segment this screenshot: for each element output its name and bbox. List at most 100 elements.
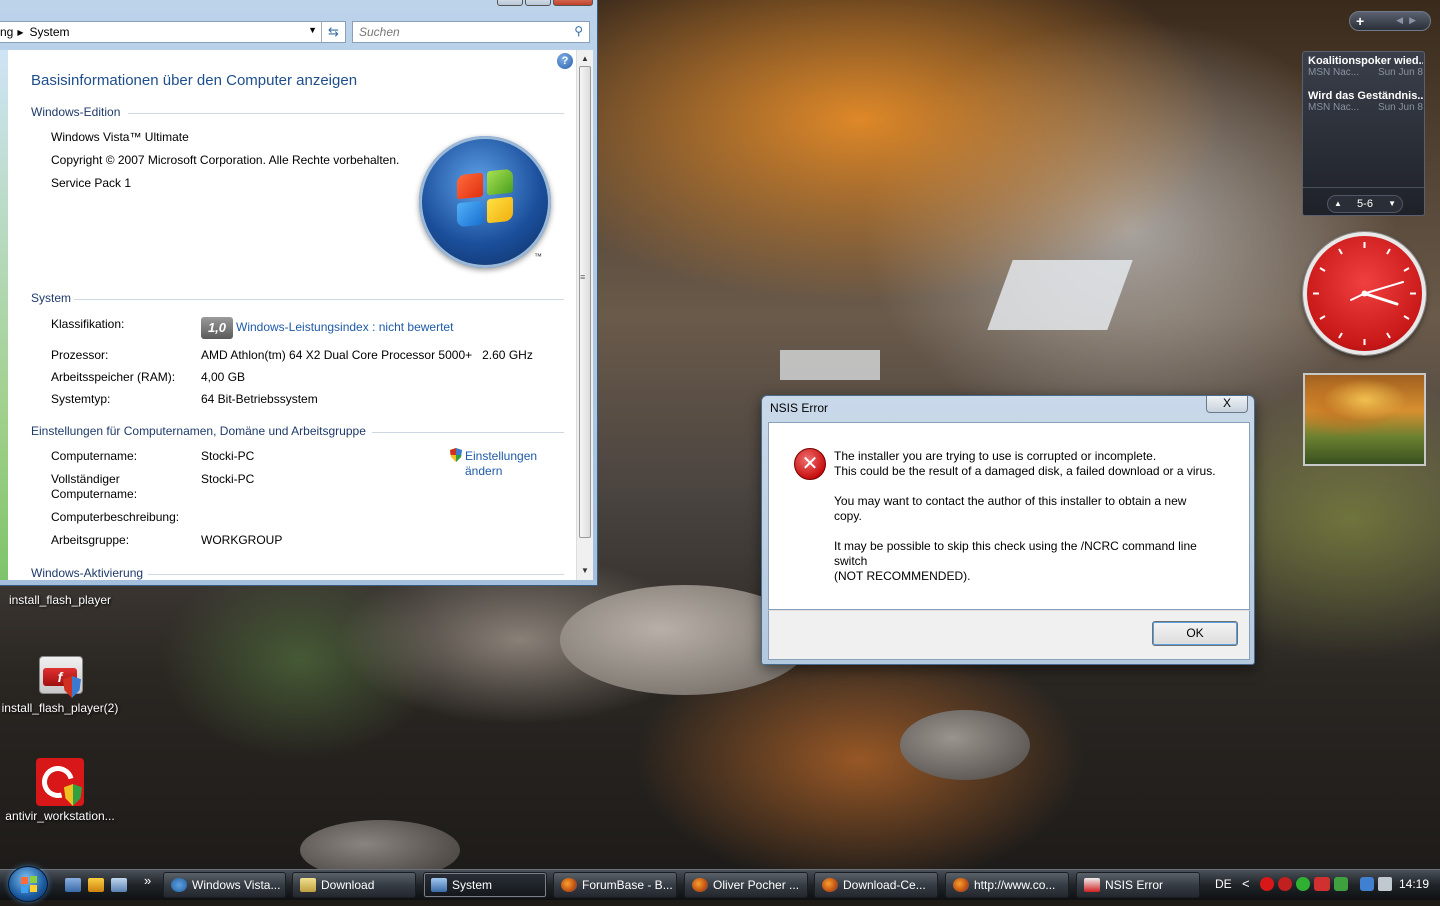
taskbar-button[interactable]: Oliver Pocher ... <box>684 872 808 898</box>
scroll-down-icon[interactable]: ▼ <box>577 564 593 578</box>
error-icon: ✕ <box>794 448 826 480</box>
section-header-activation: Windows-Aktivierung <box>31 566 144 580</box>
antivir-icon[interactable] <box>36 758 84 806</box>
change-settings-link[interactable] <box>450 448 462 465</box>
quicklaunch-overflow-icon[interactable]: » <box>144 873 151 888</box>
system-type-value: 64 Bit-Betriebssystem <box>201 392 318 406</box>
dialog-body: ✕ The installer you are trying to use is… <box>768 422 1250 610</box>
scroll-up-icon[interactable]: ▲ <box>577 52 593 66</box>
desktop-icon-flash2-label[interactable]: install_flash_player(2) <box>0 701 120 715</box>
full-name-value: Stocki-PC <box>201 472 255 486</box>
processor-label: Prozessor: <box>51 348 109 362</box>
search-placeholder: Suchen <box>359 25 400 39</box>
taskbar-button[interactable]: ForumBase - B... <box>553 872 677 898</box>
error-tray-icon[interactable] <box>1278 877 1292 891</box>
slideshow-gadget[interactable] <box>1303 373 1426 466</box>
news-date: Sun Jun 8 <box>1377 102 1423 113</box>
taskbar-button-label: Oliver Pocher ... <box>713 878 800 892</box>
sidebar-nav-arrows-icon[interactable]: ◀▶ <box>1396 15 1422 26</box>
navigation-pane-edge <box>0 50 8 580</box>
gear-tray-icon[interactable] <box>1296 877 1310 891</box>
system-type-label: Systemtyp: <box>51 392 111 406</box>
scrollbar-thumb[interactable] <box>579 66 591 538</box>
firefox-icon <box>822 878 838 892</box>
ati-tray-icon[interactable] <box>1314 877 1330 891</box>
news-meta: MSN Nac... Sun Jun 8 <box>1308 67 1423 78</box>
ie-icon <box>171 878 187 892</box>
computer-name-value: Stocki-PC <box>201 449 255 463</box>
news-date: Sun Jun 8 <box>1377 67 1423 78</box>
network-tray-icon[interactable] <box>1360 877 1374 891</box>
taskbar-button[interactable]: http://www.co... <box>945 872 1069 898</box>
windows-logo-icon <box>419 136 551 268</box>
news-prev-icon[interactable]: ▲ <box>1334 196 1342 212</box>
news-gadget: Koalitionspoker wied... MSN Nac... Sun J… <box>1302 51 1425 216</box>
taskbar-button[interactable]: Download <box>292 872 416 898</box>
switch-windows-icon[interactable] <box>111 878 127 892</box>
message-line: You may want to contact the author of th… <box>834 494 1187 508</box>
dialog-close-button[interactable]: X <box>1206 396 1248 413</box>
antivir-tray-icon[interactable] <box>1260 877 1274 891</box>
breadcrumb-prev[interactable]: ng <box>0 25 13 39</box>
address-bar[interactable]: ng ▶ System ▼ ⇆ <box>0 21 346 43</box>
system-tray: DE < 14:19 <box>1206 869 1440 900</box>
news-headline[interactable]: Koalitionspoker wied... <box>1308 55 1423 67</box>
close-button[interactable] <box>553 0 593 6</box>
search-input[interactable]: Suchen ⚲ <box>352 21 590 43</box>
system-content: Basisinformationen über den Computer anz… <box>8 50 576 580</box>
add-gadget-icon[interactable]: + <box>1356 12 1364 31</box>
taskbar-button[interactable]: NSIS Error <box>1076 872 1200 898</box>
news-headline[interactable]: Wird das Geständnis... <box>1308 90 1423 102</box>
system-window: ng ▶ System ▼ ⇆ Suchen ⚲ Basisinformatio… <box>0 0 598 586</box>
vertical-scrollbar[interactable]: ▲ ≡ ▼ <box>576 50 593 580</box>
ok-button[interactable]: OK <box>1152 621 1238 646</box>
desktop-icon-antivir-label[interactable]: antivir_workstation... <box>0 809 120 823</box>
volume-icon[interactable] <box>1378 877 1392 891</box>
performance-index-link[interactable]: Windows-Leistungsindex : nicht bewertet <box>236 320 453 334</box>
minimize-button[interactable] <box>497 0 523 6</box>
maximize-button[interactable] <box>525 0 551 6</box>
processor-value: AMD Athlon(tm) 64 X2 Dual Core Processor… <box>201 348 533 362</box>
language-indicator[interactable]: DE <box>1215 877 1232 891</box>
breadcrumb-separator-icon[interactable]: ▶ <box>17 28 23 37</box>
installer-icon <box>1084 878 1100 892</box>
taskbar-button-active[interactable]: System <box>423 872 547 898</box>
start-button[interactable] <box>8 866 48 902</box>
help-icon[interactable]: ? <box>557 53 573 69</box>
firefox-icon <box>692 878 708 892</box>
show-desktop-icon[interactable] <box>65 878 81 892</box>
wallpaper-snow <box>780 350 880 380</box>
desktop-icon-flash-label[interactable]: install_flash_player <box>4 593 116 607</box>
message-line: copy. <box>834 509 862 523</box>
flash-installer-icon[interactable]: f <box>37 654 85 702</box>
computer-name-label: Computername: <box>51 449 138 463</box>
trademark-symbol: ™ <box>534 252 542 261</box>
taskbar-button[interactable]: Windows Vista... <box>163 872 286 898</box>
refresh-icon[interactable]: ⇆ <box>321 22 345 42</box>
taskbar-button[interactable]: Download-Ce... <box>814 872 938 898</box>
news-item[interactable]: Koalitionspoker wied... MSN Nac... Sun J… <box>1308 55 1423 78</box>
edition-copyright: Copyright © 2007 Microsoft Corporation. … <box>51 153 400 167</box>
news-meta: MSN Nac... Sun Jun 8 <box>1308 102 1423 113</box>
news-item[interactable]: Wird das Geständnis... MSN Nac... Sun Ju… <box>1308 90 1423 113</box>
chevron-down-icon[interactable]: ▼ <box>308 25 317 35</box>
search-icon[interactable]: ⚲ <box>574 24 583 38</box>
change-settings-link-line2[interactable]: ändern <box>465 464 502 478</box>
change-settings-link-line1[interactable]: Einstellungen <box>465 449 537 463</box>
battery-tray-icon[interactable] <box>1334 877 1348 891</box>
media-player-icon[interactable] <box>88 878 104 892</box>
tray-expand-icon[interactable]: < <box>1242 876 1250 891</box>
workgroup-value: WORKGROUP <box>201 533 283 547</box>
news-page-indicator: 5-6 <box>1357 198 1373 210</box>
clock-gadget[interactable] <box>1303 232 1426 355</box>
performance-index-badge[interactable]: 1,0 <box>201 317 233 339</box>
news-source: MSN Nac... <box>1308 102 1360 113</box>
taskbar-button-label: ForumBase - B... <box>582 878 673 892</box>
message-line: switch <box>834 554 868 568</box>
full-name-label-line2: Computername: <box>51 487 138 501</box>
breadcrumb-current[interactable]: System <box>30 25 70 39</box>
message-line: The installer you are trying to use is c… <box>834 449 1157 463</box>
section-divider <box>128 113 564 114</box>
news-next-icon[interactable]: ▼ <box>1388 196 1396 212</box>
clock-time[interactable]: 14:19 <box>1399 877 1429 891</box>
